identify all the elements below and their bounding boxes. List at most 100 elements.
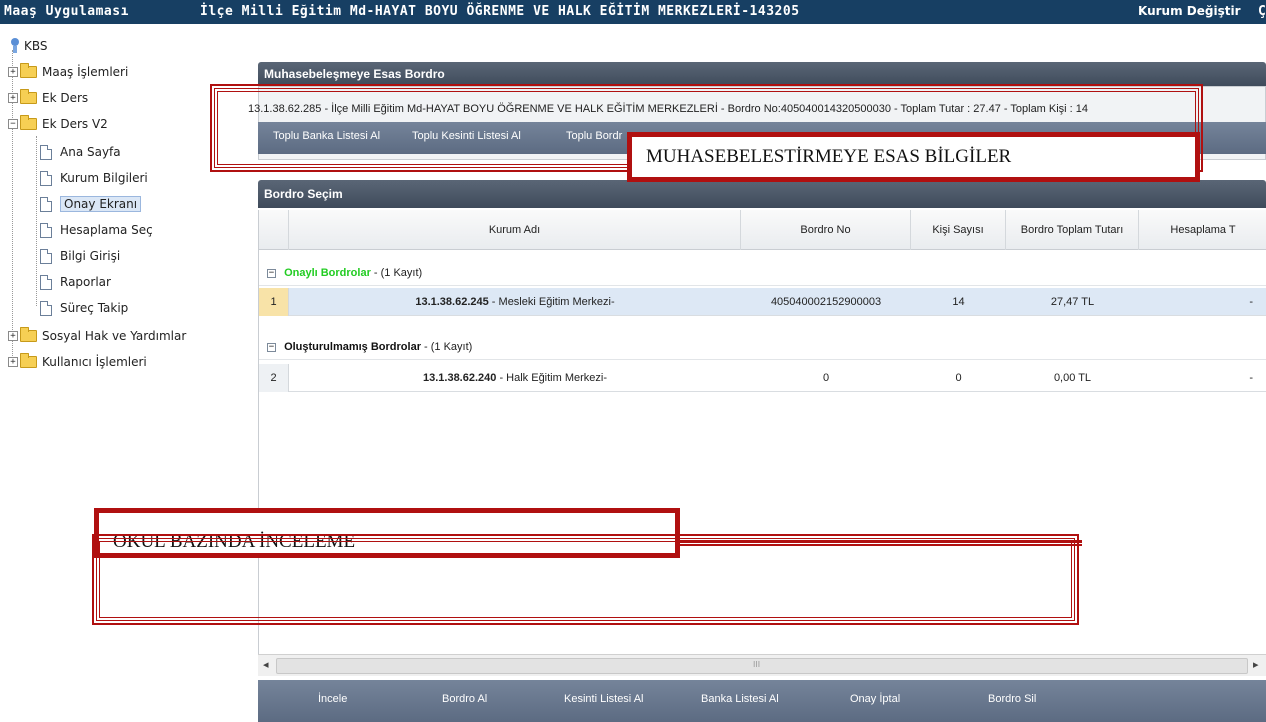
cell-kurum-name: - Halk Eğitim Merkezi- (496, 372, 608, 384)
group-row-onayli[interactable]: − Onaylı Bordrolar - (1 Kayıt) (259, 260, 1266, 286)
banka-listesi-button[interactable]: Banka Listesi Al (701, 693, 779, 705)
sidebar-item-label: Bilgi Girişi (60, 249, 121, 263)
sidebar-item-maas-islemleri[interactable]: + Maaş İşlemleri (8, 62, 128, 82)
scroll-right-icon[interactable]: ▸ (1253, 658, 1259, 671)
group-name: Oluşturulmamış Bordrolar (284, 341, 421, 353)
bordro-al-button[interactable]: Bordro Al (442, 693, 487, 705)
bordro-secim-header: Bordro Seçim (258, 180, 1266, 208)
folder-icon (20, 327, 37, 342)
sidebar-item-ek-ders-v2[interactable]: − Ek Ders V2 (8, 114, 108, 134)
cell-bordro-no: 0 (822, 372, 830, 384)
scroll-left-icon[interactable]: ◂ (263, 658, 269, 671)
cell-kurum-code: 13.1.38.62.240 (422, 372, 497, 384)
row-number: 1 (259, 288, 289, 316)
sidebar-item-label: Raporlar (60, 275, 111, 289)
column-header-kisi-sayisi[interactable]: Kişi Sayısı (911, 210, 1006, 250)
table-row[interactable]: 2 13.1.38.62.240 - Halk Eğitim Merkezi- … (259, 364, 1266, 392)
summary-panel-header: Muhasebeleşmeye Esas Bordro (258, 62, 1266, 86)
group-count: - (1 Kayıt) (420, 341, 473, 353)
sidebar-item-label: Sosyal Hak ve Yardımlar (42, 329, 187, 343)
sidebar-item-ek-ders[interactable]: + Ek Ders (8, 88, 88, 108)
sidebar-item-label: Süreç Takip (60, 301, 129, 315)
onay-iptal-button[interactable]: Onay İptal (850, 693, 900, 705)
tree-root-kbs[interactable]: KBS (10, 36, 48, 56)
sidebar-item-label: Ek Ders V2 (42, 117, 108, 131)
column-header-hesaplama[interactable]: Hesaplama T (1139, 210, 1266, 250)
scroll-thumb[interactable]: III (276, 658, 1248, 674)
sidebar-item-label: Maaş İşlemleri (42, 65, 129, 79)
expand-plus-icon[interactable]: + (8, 357, 18, 367)
annotation-label-muhasebe: MUHASEBELESTİRMEYE ESAS BİLGİLER (627, 132, 1200, 182)
sidebar-item-sosyal-hak[interactable]: + Sosyal Hak ve Yardımlar (8, 326, 186, 346)
cell-toplam-tutar: 0,00 TL (1053, 372, 1092, 384)
sidebar-item-label: Onay Ekranı (60, 196, 142, 212)
cell-hesaplama: - (1249, 296, 1253, 308)
folder-open-icon (20, 115, 37, 130)
group-count: - (1 Kayıt) (370, 267, 423, 279)
sidebar-item-hesaplama-sec[interactable]: Hesaplama Seç (40, 220, 153, 240)
tree-connector (36, 136, 37, 306)
incele-button[interactable]: İncele (318, 693, 347, 705)
horizontal-scrollbar[interactable]: ◂ III ▸ (258, 654, 1266, 676)
sidebar-item-kullanici-islemleri[interactable]: + Kullanıcı İşlemleri (8, 352, 147, 372)
collapse-group-icon[interactable]: − (267, 342, 276, 352)
institution-title: İlçe Milli Eğitim Md-HAYAT BOYU ÖĞRENME … (200, 4, 800, 19)
bordro-sil-button[interactable]: Bordro Sil (988, 693, 1036, 705)
collapse-group-icon[interactable]: − (267, 268, 276, 278)
sidebar-item-label: Hesaplama Seç (60, 223, 153, 237)
sidebar-item-onay-ekrani[interactable]: Onay Ekranı (40, 194, 142, 214)
table-row[interactable]: 1 13.1.38.62.245 - Mesleki Eğitim Merkez… (259, 288, 1266, 316)
sidebar-item-bilgi-girisi[interactable]: Bilgi Girişi (40, 246, 120, 266)
cell-hesaplama: - (1249, 372, 1253, 384)
collapse-minus-icon[interactable]: − (8, 119, 18, 129)
cell-toplam-tutar: 27,47 TL (1050, 296, 1095, 308)
sidebar-item-kurum-bilgileri[interactable]: Kurum Bilgileri (40, 168, 148, 188)
app-title: Maaş Uygulaması (4, 4, 129, 19)
group-name: Onaylı Bordrolar (284, 267, 371, 279)
column-header-kurum-adi[interactable]: Kurum Adı (289, 210, 741, 250)
change-institution-link[interactable]: Kurum Değiştir (1138, 4, 1241, 18)
group-row-olusturulmamis[interactable]: − Oluşturulmamış Bordrolar - (1 Kayıt) (259, 334, 1266, 360)
sidebar-item-label: Ek Ders (42, 91, 89, 105)
sidebar-item-ana-sayfa[interactable]: Ana Sayfa (40, 142, 121, 162)
folder-icon (20, 89, 37, 104)
sidebar-item-label: Kurum Bilgileri (60, 171, 148, 185)
grid-header-row: Kurum Adı Bordro No Kişi Sayısı Bordro T… (259, 210, 1266, 250)
scroll-grip-icon: III (753, 660, 761, 669)
cell-kisi-sayisi: 14 (952, 296, 965, 308)
row-number: 2 (259, 364, 289, 392)
cell-bordro-no: 405040002152900003 (770, 296, 882, 308)
page-icon (40, 222, 52, 238)
page-icon (40, 248, 52, 264)
page-icon (40, 274, 52, 290)
kesinti-listesi-button[interactable]: Kesinti Listesi Al (564, 693, 643, 705)
column-header-toplam-tutar[interactable]: Bordro Toplam Tutarı (1006, 210, 1139, 250)
annotation-connector (678, 540, 1082, 546)
cell-kurum-name: - Mesleki Eğitim Merkezi- (488, 296, 615, 308)
cell-kisi-sayisi: 0 (955, 372, 962, 384)
sidebar-item-label: Ana Sayfa (60, 145, 121, 159)
sidebar-item-surec-takip[interactable]: Süreç Takip (40, 298, 128, 318)
expand-plus-icon[interactable]: + (8, 67, 18, 77)
page-icon (40, 300, 52, 316)
cell-kurum-code: 13.1.38.62.245 (415, 296, 489, 308)
tree-root-label: KBS (24, 39, 48, 53)
page-icon (40, 144, 52, 160)
page-icon (40, 196, 52, 212)
bottom-toolbar: İncele Bordro Al Kesinti Listesi Al Bank… (258, 680, 1266, 722)
expand-plus-icon[interactable]: + (8, 331, 18, 341)
page-icon (40, 170, 52, 186)
sidebar-item-raporlar[interactable]: Raporlar (40, 272, 111, 292)
cell-kurum-adi: 13.1.38.62.245 - Mesleki Eğitim Merkezi- (289, 288, 741, 316)
column-header-bordro-no[interactable]: Bordro No (741, 210, 911, 250)
folder-icon (20, 63, 37, 78)
expand-plus-icon[interactable]: + (8, 93, 18, 103)
topbar-truncated-link[interactable]: Ç (1258, 4, 1266, 19)
app-topbar: Maaş Uygulaması İlçe Milli Eğitim Md-HAY… (0, 0, 1266, 24)
folder-icon (20, 353, 37, 368)
rownum-header (259, 210, 289, 250)
annotation-okul-box (92, 534, 1079, 625)
cell-kurum-adi: 13.1.38.62.240 - Halk Eğitim Merkezi- (289, 364, 741, 392)
sidebar-item-label: Kullanıcı İşlemleri (42, 355, 147, 369)
kbs-user-icon (10, 38, 20, 54)
